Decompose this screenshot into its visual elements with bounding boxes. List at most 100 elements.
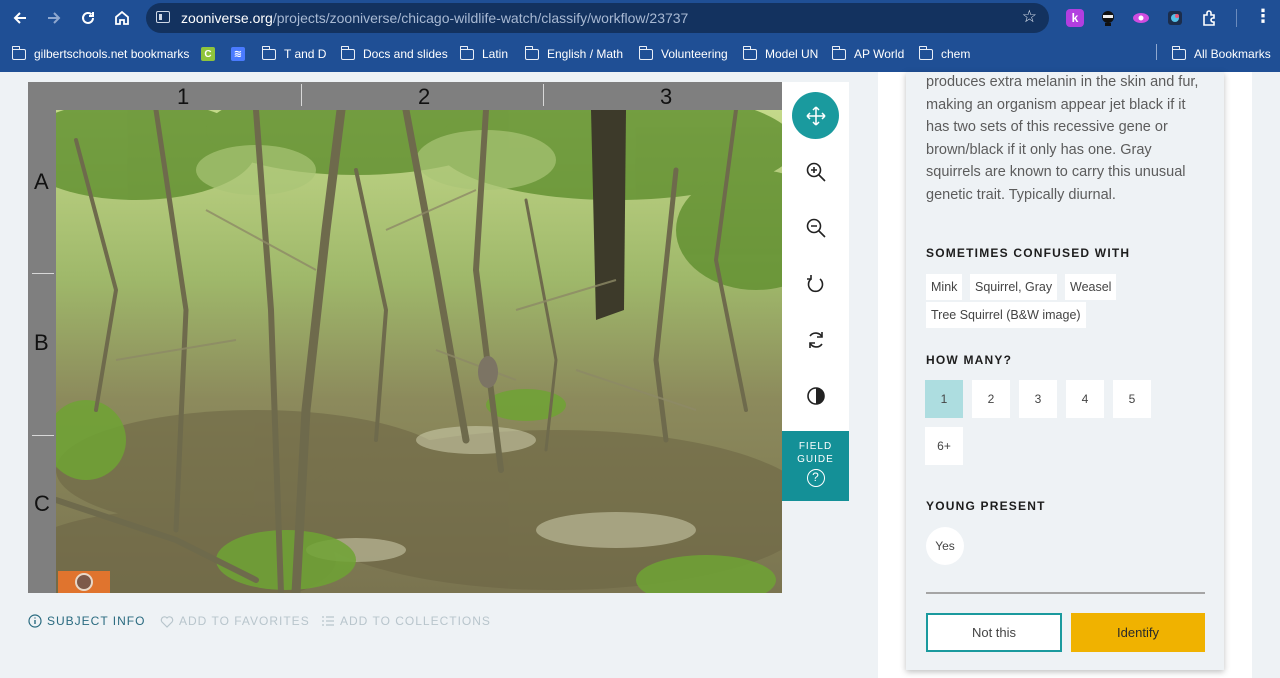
not-this-button[interactable]: Not this: [926, 613, 1062, 652]
folder-icon: [1171, 45, 1186, 60]
bookmark-label: Latin: [482, 47, 509, 61]
bookmark-label: chem: [941, 47, 971, 61]
toolbar-divider: [1236, 9, 1237, 27]
bookmark-app[interactable]: ≋: [231, 45, 251, 63]
bookmark-chem[interactable]: chem: [918, 45, 971, 63]
bookmark-docs-and-slides[interactable]: Docs and slides: [340, 45, 448, 63]
bookmark-label: All Bookmarks: [1194, 47, 1271, 61]
how-many-heading: HOW MANY?: [926, 353, 1013, 367]
extension-eye-icon[interactable]: [1132, 9, 1150, 27]
confused-chip-squirrel-gray[interactable]: Squirrel, Gray: [970, 274, 1058, 300]
folder-icon: [261, 45, 276, 60]
subject-viewer: 1 2 3 A B C: [28, 82, 782, 593]
species-description: produces extra melanin in the skin and f…: [926, 74, 1199, 203]
grid-tick: [301, 84, 302, 106]
list-icon: [322, 616, 334, 626]
subject-info-button[interactable]: SUBJECT INFO: [28, 614, 145, 628]
bookmark-star-icon[interactable]: ☆: [1022, 7, 1037, 27]
how-many-option-3[interactable]: 3: [1019, 380, 1057, 418]
app-icon: ≋: [231, 47, 245, 61]
bookmark-latin[interactable]: Latin: [459, 45, 509, 63]
bookmark-label: Model UN: [765, 47, 819, 61]
confused-with-heading: SOMETIMES CONFUSED WITH: [926, 246, 1131, 260]
add-to-collections-button[interactable]: ADD TO COLLECTIONS: [321, 614, 491, 628]
rotate-button[interactable]: [792, 260, 839, 307]
grid-column-label: 2: [418, 84, 431, 109]
extensions-puzzle-icon[interactable]: [1201, 9, 1219, 27]
bookmark-canva[interactable]: C: [201, 45, 221, 63]
add-to-favorites-button[interactable]: ADD TO FAVORITES: [160, 614, 310, 628]
reset-button[interactable]: [792, 316, 839, 363]
grid-tick: [543, 84, 544, 106]
extension-k-icon[interactable]: k: [1066, 9, 1084, 27]
field-guide-button[interactable]: FIELD GUIDE ?: [782, 431, 849, 501]
camera-logo-icon: [75, 573, 93, 591]
favorites-label: ADD TO FAVORITES: [179, 614, 310, 628]
grid-tick: [32, 273, 54, 274]
subject-info-label: SUBJECT INFO: [47, 614, 146, 628]
zoom-in-button[interactable]: [792, 148, 839, 195]
folder-icon: [459, 45, 474, 60]
panel-divider: [926, 592, 1205, 594]
how-many-option-2[interactable]: 2: [972, 380, 1010, 418]
bookmark-label: Volunteering: [661, 47, 728, 61]
grid-row-label: A: [34, 169, 49, 194]
folder-icon: [742, 45, 757, 60]
how-many-option-6-plus[interactable]: 6+: [925, 427, 963, 465]
young-present-yes[interactable]: Yes: [926, 527, 964, 565]
url-path: /projects/zooniverse/chicago-wildlife-wa…: [272, 10, 689, 26]
zoom-out-button[interactable]: [792, 204, 839, 251]
zoom-in-icon: [806, 162, 826, 182]
grid-row-label: B: [34, 330, 49, 355]
grid-row-label: C: [34, 491, 50, 516]
folder-icon: [340, 45, 355, 60]
bookmark-label: T and D: [284, 47, 327, 61]
confused-chip-tree-squirrel[interactable]: Tree Squirrel (B&W image): [926, 302, 1086, 328]
move-icon: [805, 105, 826, 126]
bookmark-label: English / Math: [547, 47, 624, 61]
zoom-out-icon: [806, 218, 826, 238]
reset-icon: [808, 331, 823, 348]
forward-arrow-icon[interactable]: [42, 6, 66, 30]
camera-trap-photo[interactable]: [56, 110, 782, 593]
url-text[interactable]: zooniverse.org/projects/zooniverse/chica…: [181, 10, 688, 26]
grid-column-label: 1: [177, 84, 190, 109]
browser-toolbar: zooniverse.org/projects/zooniverse/chica…: [0, 0, 1280, 37]
collections-label: ADD TO COLLECTIONS: [340, 614, 491, 628]
home-icon[interactable]: [110, 6, 134, 30]
invert-button[interactable]: [792, 372, 839, 419]
all-bookmarks[interactable]: All Bookmarks: [1171, 45, 1271, 63]
bookmark-model-un[interactable]: Model UN: [742, 45, 819, 63]
camera-badge: [58, 571, 110, 593]
info-icon: [28, 614, 42, 628]
how-many-option-1[interactable]: 1: [925, 380, 963, 418]
how-many-option-4[interactable]: 4: [1066, 380, 1104, 418]
grid-column-label: 3: [660, 84, 673, 109]
how-many-option-5[interactable]: 5: [1113, 380, 1151, 418]
confused-chip-mink[interactable]: Mink: [926, 274, 963, 300]
bookmark-gilbertschools[interactable]: gilbertschools.net bookmarks: [11, 45, 189, 63]
viewer-toolbar: [782, 82, 849, 431]
invert-icon: [806, 386, 825, 405]
folder-icon: [638, 45, 653, 60]
confused-chip-weasel[interactable]: Weasel: [1065, 274, 1117, 300]
extension-ninja-icon[interactable]: [1099, 9, 1117, 27]
bookmark-volunteering[interactable]: Volunteering: [638, 45, 728, 63]
move-tool-button[interactable]: [792, 92, 839, 139]
field-guide-label: FIELD GUIDE: [797, 441, 834, 465]
extension-cast-icon[interactable]: [1166, 9, 1184, 27]
identify-button[interactable]: Identify: [1071, 613, 1205, 652]
bookmarks-bar: gilbertschools.net bookmarks C ≋ T and D…: [0, 37, 1280, 72]
bookmark-ap-world[interactable]: AP World: [831, 45, 905, 63]
back-arrow-icon[interactable]: [8, 6, 32, 30]
address-bar[interactable]: zooniverse.org/projects/zooniverse/chica…: [146, 3, 1049, 33]
menu-kebab-icon[interactable]: ⋮: [1254, 6, 1272, 27]
bookmark-english-math[interactable]: English / Math: [524, 45, 624, 63]
bookmark-label: Docs and slides: [363, 47, 448, 61]
bookmark-label: AP World: [854, 47, 905, 61]
bookmarks-divider: [1156, 44, 1157, 60]
bookmark-t-and-d[interactable]: T and D: [261, 45, 327, 63]
site-info-icon[interactable]: [156, 11, 170, 23]
canva-icon: C: [201, 47, 215, 61]
reload-icon[interactable]: [76, 6, 100, 30]
